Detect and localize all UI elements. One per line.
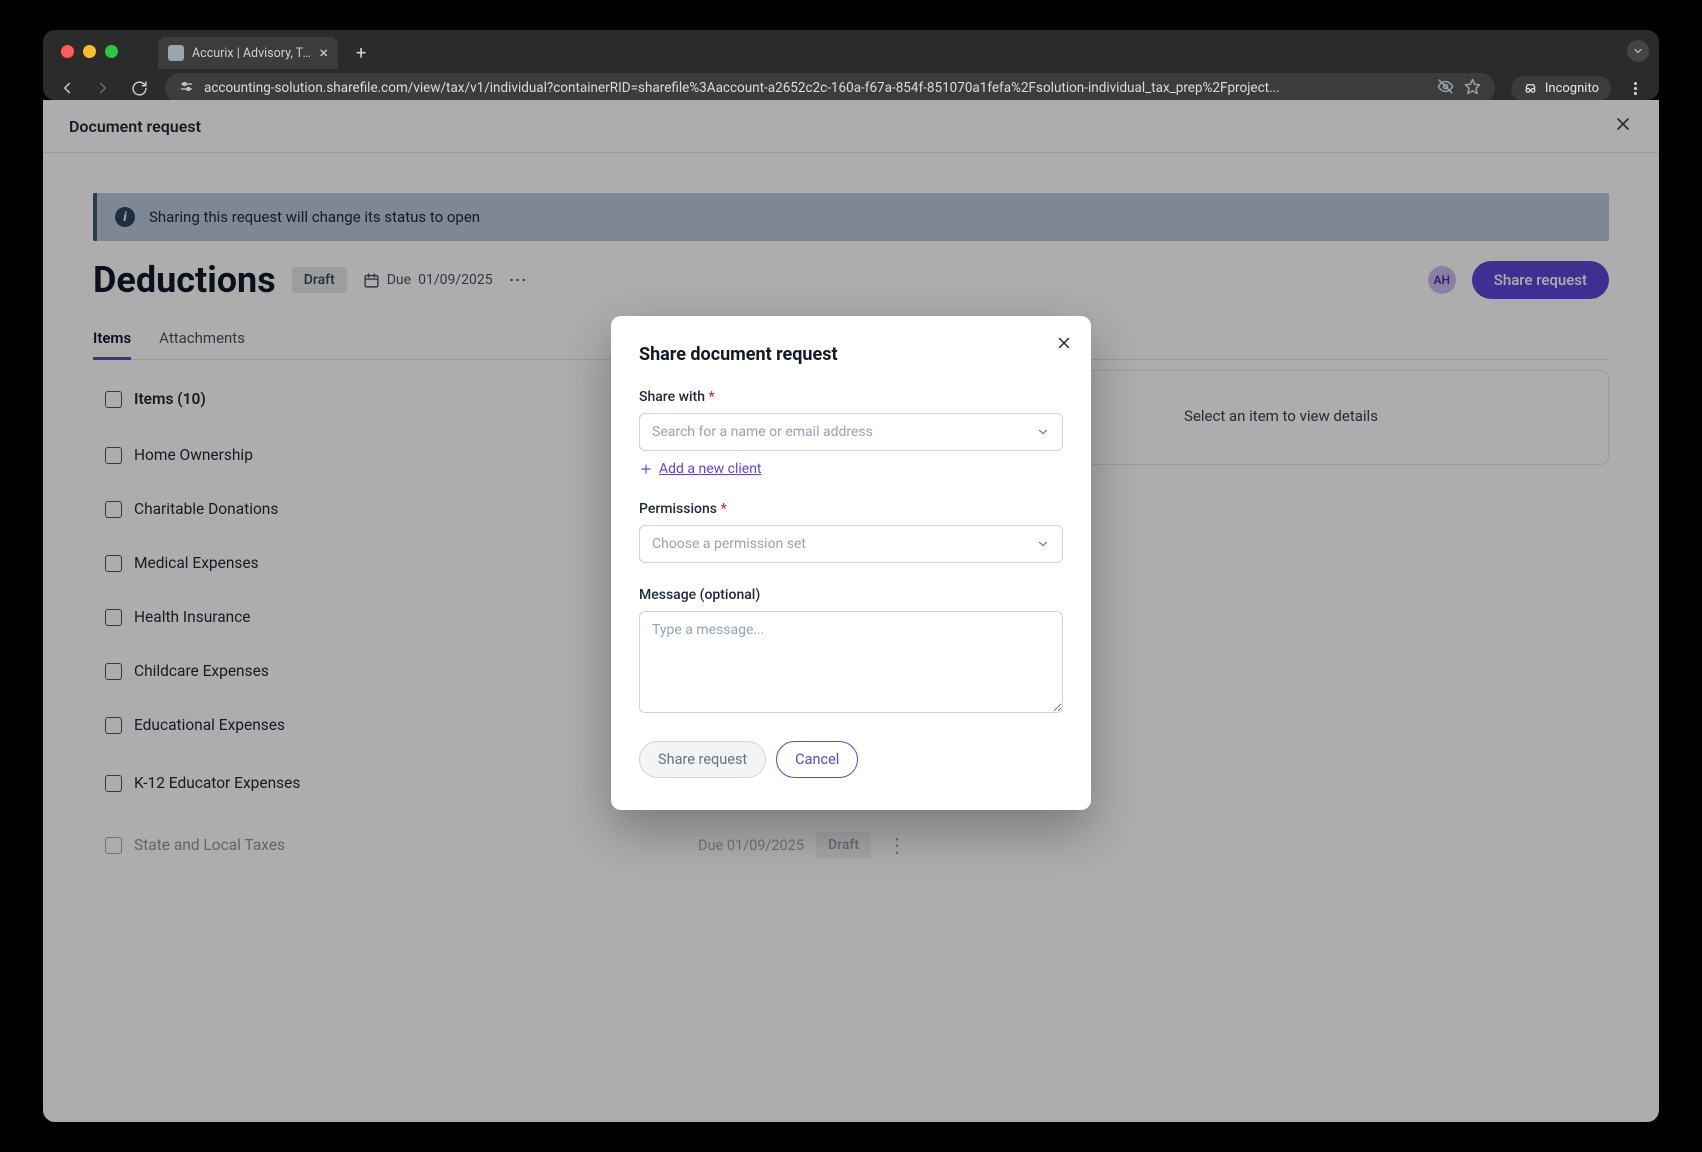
chevron-down-icon — [1036, 425, 1050, 439]
bookmark-icon[interactable] — [1464, 78, 1481, 99]
share-with-placeholder: Search for a name or email address — [652, 424, 873, 440]
site-favicon — [168, 45, 184, 61]
address-bar[interactable]: accounting-solution.sharefile.com/view/t… — [165, 73, 1495, 103]
nav-forward-button[interactable] — [93, 78, 113, 98]
nav-back-button[interactable] — [57, 78, 77, 98]
window-maximize-mac[interactable] — [105, 45, 118, 58]
tab-title: Accurix | Advisory, Tax, and A — [192, 46, 311, 61]
message-textarea[interactable] — [639, 611, 1063, 713]
url-text: accounting-solution.sharefile.com/view/t… — [204, 80, 1427, 96]
tab-close-icon[interactable]: × — [319, 45, 328, 61]
modal-share-request-button[interactable]: Share request — [639, 741, 766, 778]
modal-cancel-button[interactable]: Cancel — [776, 741, 858, 778]
browser-tab[interactable]: Accurix | Advisory, Tax, and A × — [158, 37, 338, 69]
site-settings-icon[interactable] — [179, 79, 194, 98]
window-minimize-mac[interactable] — [83, 45, 96, 58]
share-modal: Share document request Share with * Sear… — [611, 316, 1091, 810]
new-tab-button[interactable]: + — [350, 43, 372, 64]
permissions-label: Permissions * — [639, 501, 1063, 517]
message-label: Message (optional) — [639, 587, 1063, 603]
share-with-select[interactable]: Search for a name or email address — [639, 413, 1063, 451]
tracking-blocked-icon[interactable] — [1437, 78, 1454, 99]
browser-menu-button[interactable] — [1625, 78, 1645, 98]
modal-title: Share document request — [639, 344, 1063, 365]
permissions-select[interactable]: Choose a permission set — [639, 525, 1063, 563]
plus-icon — [639, 462, 653, 476]
tabs-dropdown-button[interactable] — [1627, 40, 1649, 62]
window-close-mac[interactable] — [61, 45, 74, 58]
permissions-placeholder: Choose a permission set — [652, 536, 806, 552]
reload-button[interactable] — [129, 78, 149, 98]
modal-close-button[interactable] — [1055, 334, 1073, 356]
share-with-label: Share with * — [639, 389, 1063, 405]
add-new-client-link[interactable]: Add a new client — [639, 461, 1063, 477]
incognito-badge[interactable]: Incognito — [1511, 76, 1611, 101]
incognito-label: Incognito — [1545, 81, 1599, 96]
chevron-down-icon — [1036, 537, 1050, 551]
